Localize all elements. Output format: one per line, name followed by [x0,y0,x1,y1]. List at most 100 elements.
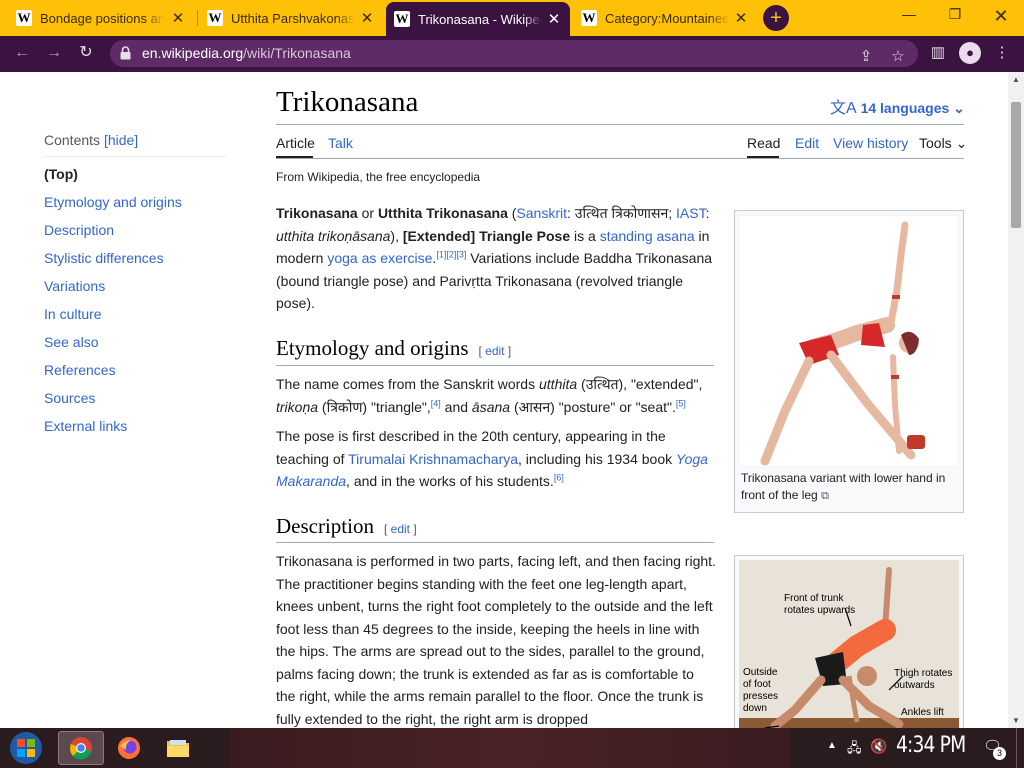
close-icon[interactable]: ✕ [359,9,375,27]
side-panel-icon[interactable]: ▥ [928,43,948,63]
lead-text: : [705,205,710,221]
translate-icon: 文A [830,100,857,117]
page-title: Trikonasana [276,86,419,118]
toc-item-see-also[interactable]: See also [44,328,226,356]
tab-strip: W Bondage positions and ✕ W Utthita Pars… [0,0,1024,36]
lead-text: : उत्थित त्रिकोणासन; [567,205,676,221]
paragraph-text: (आसन) "posture" or "seat". [510,398,676,415]
citation-refs[interactable]: [1][2][3] [436,249,466,259]
close-icon[interactable]: ✕ [546,10,562,28]
tab-talk[interactable]: Talk [328,135,353,151]
firefox-icon[interactable] [117,736,141,760]
languages-label: 14 languages [860,100,950,116]
tabs-divider [276,158,964,159]
close-icon[interactable]: ✕ [733,9,749,27]
languages-button[interactable]: 文A 14 languages ⌄ [830,94,965,118]
edit-section: [ edit ] [478,344,512,358]
toc-header: Contents [hide] [44,132,226,157]
close-icon[interactable]: ✕ [170,9,186,27]
show-hidden-icons[interactable]: ▲ [827,740,837,751]
url-text[interactable]: en.wikipedia.org/wiki/Trikonasana [142,45,351,61]
system-clock[interactable]: 4:34 PM [896,733,966,758]
tab-edit[interactable]: Edit [795,135,819,151]
toc-item-external-links[interactable]: External links [44,412,226,440]
lead-text: ), [390,227,403,244]
toc-item-variations[interactable]: Variations [44,272,226,300]
url-path: /wiki/Trikonasana [243,45,351,61]
forward-icon[interactable]: → [44,43,64,63]
citation-ref[interactable]: [4] [431,398,441,408]
paragraph-text: , and in the works of his students. [346,473,554,489]
file-explorer-icon[interactable] [166,737,190,759]
tab-title: Trikonasana - Wikipedia [418,11,542,27]
tab-utthita[interactable]: W Utthita Parshvakonasa ✕ [199,4,383,32]
scroll-up-icon[interactable]: ▲ [1012,75,1020,84]
scroll-down-icon[interactable]: ▼ [1012,716,1020,725]
edit-link[interactable]: edit [485,344,504,358]
toc-item-top[interactable]: (Top) [44,160,226,188]
etymology-heading: Etymology and origins [ edit ] [276,336,511,361]
wikipedia-icon: W [394,11,410,27]
browser-toolbar: ← → ↻ en.wikipedia.org/wiki/Trikonasana … [0,36,1024,70]
paragraph-text: (उत्थित), "extended", [577,376,703,392]
label-ankles: Ankles lift [901,707,944,718]
toc-item-stylistic[interactable]: Stylistic differences [44,244,226,272]
toc-item-description[interactable]: Description [44,216,226,244]
tab-mountaineers[interactable]: W Category:Mountaineers ✕ [573,4,757,32]
tab-read[interactable]: Read [747,135,780,151]
toc-item-references[interactable]: References [44,356,226,384]
tab-article[interactable]: Article [276,135,315,151]
enlarge-icon[interactable]: ⧉ [821,490,829,502]
etymology-paragraph-2: The pose is first described in the 20th … [276,425,716,493]
figure-caption: Trikonasana variant with lower hand in f… [741,470,956,505]
bookmark-star-icon[interactable]: ☆ [888,47,908,67]
edit-link[interactable]: edit [391,522,410,536]
minimize-icon[interactable]: — [894,6,924,26]
new-tab-button[interactable]: + [763,5,789,31]
show-desktop-button[interactable] [1016,728,1024,768]
address-bar[interactable]: en.wikipedia.org/wiki/Trikonasana ⇪ ☆ [110,40,918,67]
description-heading: Description [ edit ] [276,514,417,539]
share-icon[interactable]: ⇪ [856,47,876,67]
chrome-icon [70,737,92,760]
toc-item-sources[interactable]: Sources [44,384,226,412]
reload-icon[interactable]: ↻ [76,43,96,63]
profile-avatar-icon[interactable]: ● [959,42,981,64]
yoga-as-exercise-link[interactable]: yoga as exercise [327,250,432,266]
paragraph-text: and [440,398,472,415]
close-window-icon[interactable]: ✕ [986,6,1016,26]
restore-icon[interactable]: ❐ [940,6,970,26]
volume-mute-icon[interactable]: 🔇 [870,738,887,755]
sanskrit-link[interactable]: Sanskrit [516,205,567,221]
lock-icon[interactable] [120,46,131,60]
etymology-paragraph-1: The name comes from the Sanskrit words u… [276,373,716,418]
lead-paragraph: Trikonasana or Utthita Trikonasana (Sans… [276,202,716,315]
toc-item-culture[interactable]: In culture [44,300,226,328]
page-scrollbar[interactable]: ▲ ▼ [1008,72,1024,728]
standing-asana-link[interactable]: standing asana [600,228,695,244]
menu-icon[interactable]: ⋮ [992,43,1012,63]
toc-hide-link[interactable]: [hide] [104,132,138,148]
scrollbar-thumb[interactable] [1011,102,1021,228]
tools-menu[interactable]: Tools ⌄ [919,135,967,152]
trikonasana-photo[interactable] [739,215,959,467]
iast-link[interactable]: IAST [676,205,706,221]
krishnamacharya-link[interactable]: Tirumalai Krishnamacharya [348,451,518,467]
tagline: From Wikipedia, the free encyclopedia [276,170,481,184]
paragraph-text: (त्रिकोण) "triangle", [318,398,431,415]
paragraph-text: The name comes from the Sanskrit words [276,376,539,392]
back-icon[interactable]: ← [12,43,32,63]
heading-underline [276,542,714,543]
toc-item-etymology[interactable]: Etymology and origins [44,188,226,216]
lead-bold-english: [Extended] Triangle Pose [402,227,571,244]
heading-underline [276,365,714,366]
tab-view-history[interactable]: View history [833,135,908,151]
tab-trikonasana[interactable]: W Trikonasana - Wikipedia ✕ [386,2,570,36]
tab-bondage[interactable]: W Bondage positions and ✕ [8,4,194,32]
label-front-trunk: Front of trunk rotates upwards [784,593,856,616]
citation-ref[interactable]: [5] [676,398,686,408]
network-icon[interactable]: 🖧 [847,739,862,761]
windows-start-icon[interactable] [6,730,46,766]
citation-ref[interactable]: [6] [554,472,564,482]
lead-italic: utthita trikoṇāsana [276,227,391,244]
